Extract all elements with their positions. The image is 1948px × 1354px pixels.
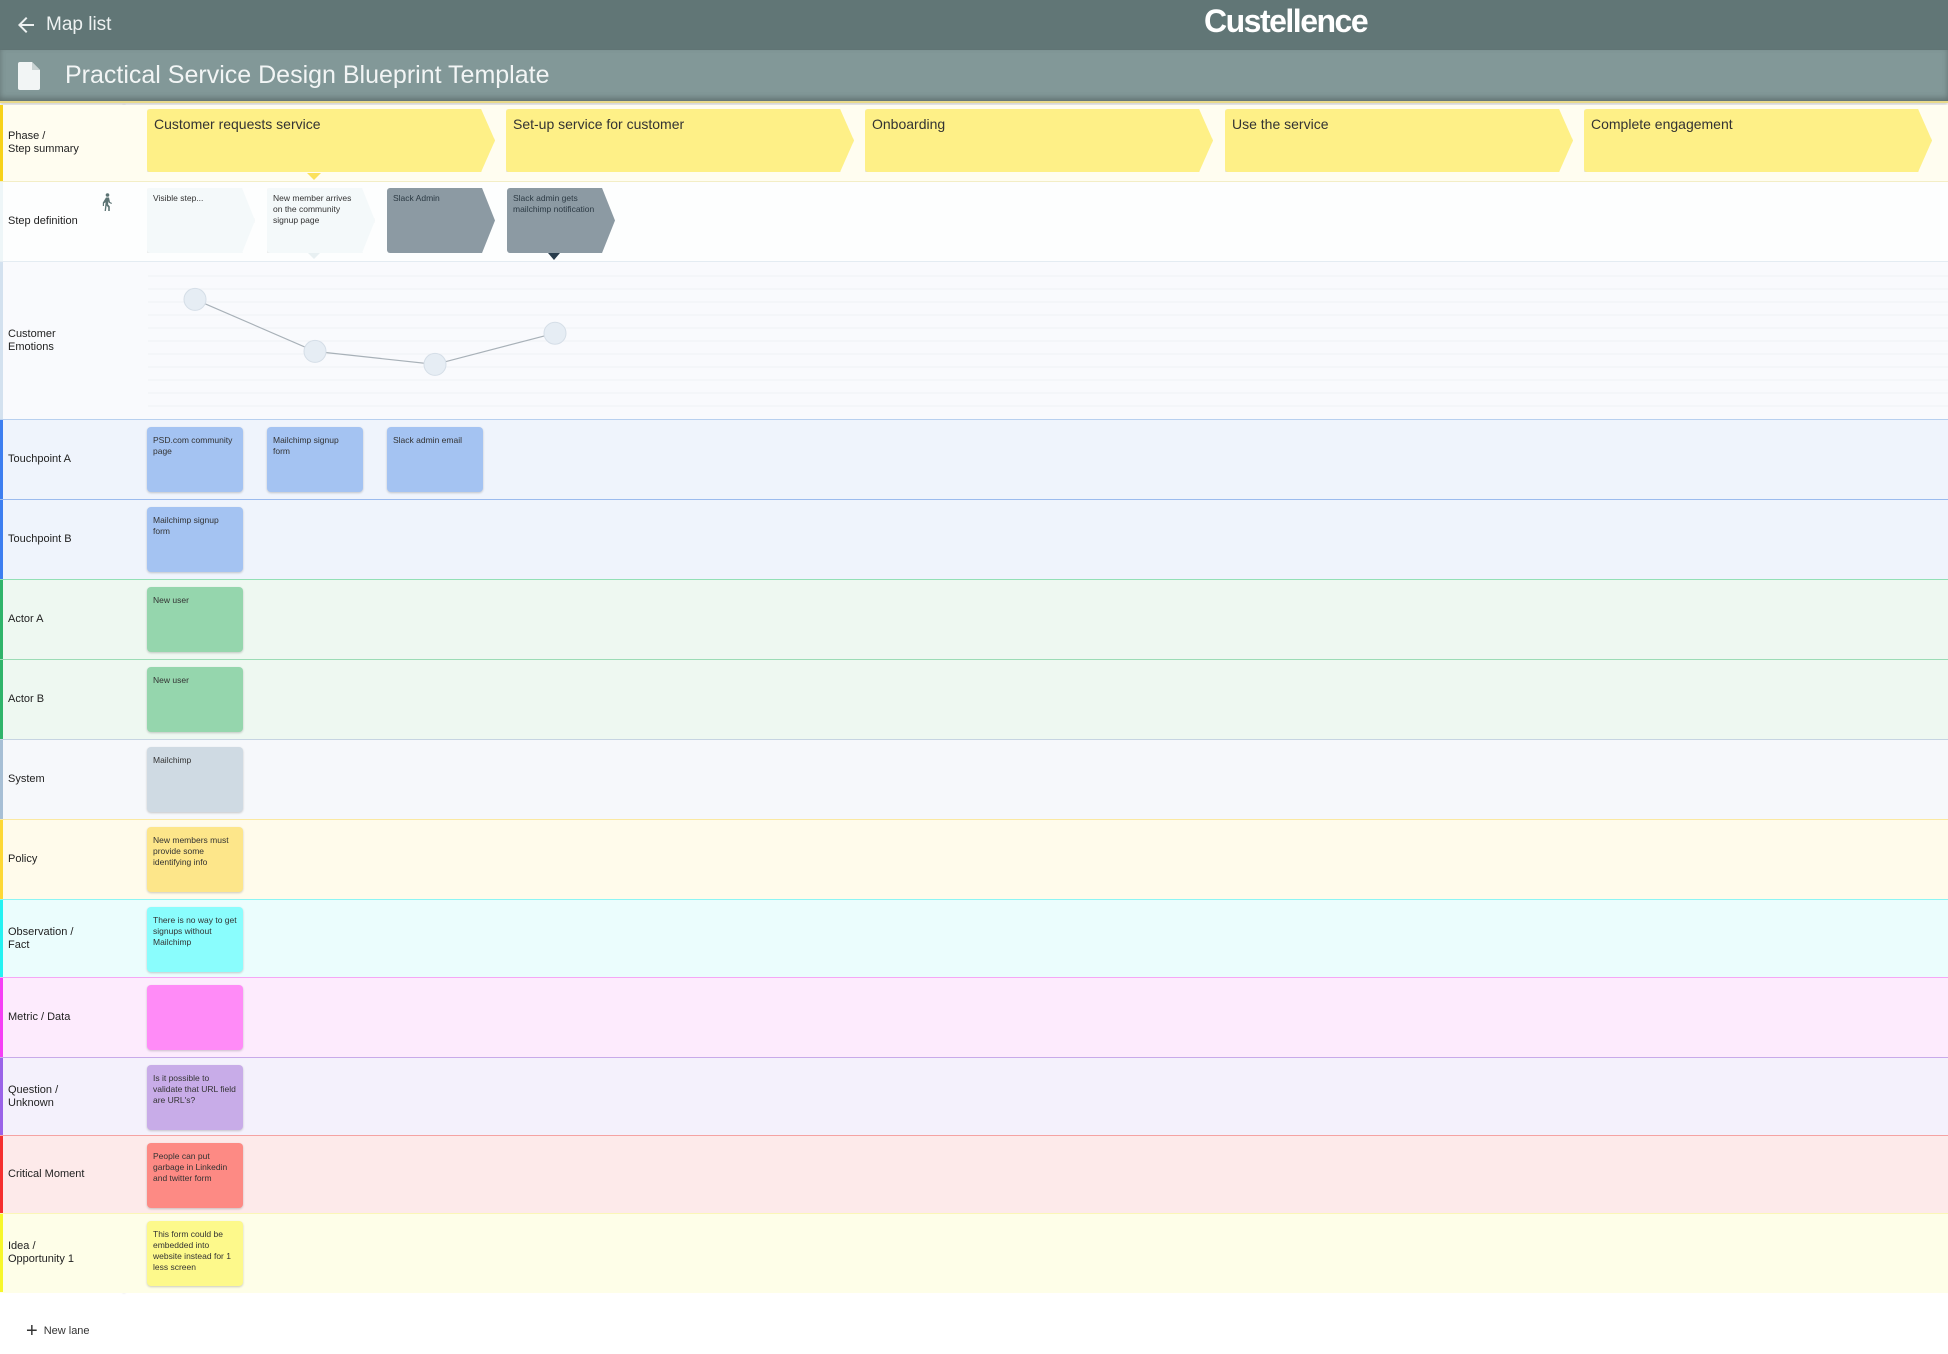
lane-steps: Step definition Visible step... New member… — [0, 182, 1948, 262]
lane-label: Touchpoint B — [8, 533, 72, 545]
lane-label: Actor A — [8, 613, 44, 625]
sticky-card[interactable]: This form could be embedded into website… — [147, 1221, 243, 1286]
lane-actor-b: Actor B New user — [0, 660, 1948, 740]
sticky-card[interactable]: New user — [147, 587, 243, 652]
emotion-point[interactable] — [183, 287, 207, 311]
lane-critical: Critical Moment People can put garbage in… — [0, 1136, 1948, 1214]
step-pointer-dark — [548, 253, 560, 260]
lane-header-touchpoint-b[interactable]: Touchpoint B — [0, 500, 122, 579]
step-card[interactable]: Visible step... — [147, 188, 255, 253]
back-to-map-list-button[interactable]: Map list — [14, 10, 111, 40]
plus-icon: + — [26, 1320, 38, 1342]
document-icon — [18, 62, 40, 90]
lane-label: Critical Moment — [8, 1168, 85, 1180]
emotion-point[interactable] — [423, 352, 447, 376]
lane-label: Policy — [8, 853, 38, 865]
phase-label: Set-up service for customer — [513, 116, 685, 132]
lane-label: System — [8, 773, 45, 785]
sticky-card[interactable]: Is it possible to validate that URL fiel… — [147, 1065, 243, 1130]
lane-label: Customer Emotions — [8, 327, 56, 353]
emotion-point[interactable] — [543, 321, 567, 345]
new-lane-button[interactable]: + New lane — [26, 1320, 90, 1342]
lane-header-actor-b[interactable]: Actor B — [0, 660, 122, 739]
phase-label: Onboarding — [872, 116, 946, 132]
phase-card[interactable]: Customer requests service — [147, 109, 495, 172]
lane-label: Touchpoint A — [8, 453, 71, 465]
phase-card[interactable]: Set-up service for customer — [506, 109, 854, 172]
emotion-line — [194, 298, 556, 366]
lane-header-idea[interactable]: Idea / Opportunity 1 — [0, 1214, 122, 1292]
lane-header-system[interactable]: System — [0, 740, 122, 819]
back-label: Map list — [46, 14, 112, 35]
lane-label: Actor B — [8, 693, 45, 705]
phase-label: Customer requests service — [154, 116, 321, 132]
custellence-logo[interactable]: Custellence — [1204, 3, 1369, 40]
sticky-card[interactable]: New user — [147, 667, 243, 732]
new-lane-label: New lane — [43, 1325, 90, 1337]
lane-header-phase[interactable]: Phase / Step summary — [0, 105, 122, 181]
lane-label: Observation / Fact — [8, 925, 74, 951]
sticky-card[interactable]: Mailchimp — [147, 747, 243, 812]
step-card[interactable]: Slack admin gets mailchimp notification — [507, 188, 615, 253]
arrow-left-icon — [18, 17, 34, 33]
phase-label: Use the service — [1232, 116, 1329, 132]
step-card[interactable]: Slack Admin — [387, 188, 495, 253]
selected-phase-pointer — [307, 173, 321, 180]
lane-header-policy[interactable]: Policy — [0, 820, 122, 899]
lane-policy: Policy New members must provide some iden… — [0, 820, 1948, 900]
lane-header-emotions[interactable]: Customer Emotions — [0, 262, 122, 419]
lane-system: System Mailchimp — [0, 740, 1948, 820]
lane-header-touchpoint-a[interactable]: Touchpoint A — [0, 420, 122, 499]
title-bar: Practical Service Design Blueprint Templ… — [0, 50, 1948, 103]
lane-observation: Observation / Fact There is no way to get… — [0, 900, 1948, 978]
phase-card[interactable]: Use the service — [1225, 109, 1573, 172]
top-bar: Map list Custellence — [0, 0, 1948, 50]
page-title[interactable]: Practical Service Design Blueprint Templ… — [65, 61, 550, 90]
lane-label: Question / Unknown — [8, 1083, 59, 1109]
lane-question: Question / Unknown Is it possible to vali… — [0, 1058, 1948, 1136]
sticky-card[interactable]: People can put garbage in Linkedin and t… — [147, 1143, 243, 1208]
lane-header-metric[interactable]: Metric / Data — [0, 978, 122, 1057]
lane-header-steps[interactable]: Step definition — [0, 182, 122, 261]
sticky-card[interactable]: Mailchimp signup form — [147, 507, 243, 572]
lane-header-question[interactable]: Question / Unknown — [0, 1058, 122, 1135]
lane-label: Idea / Opportunity 1 — [8, 1240, 75, 1265]
lane-header-actor-a[interactable]: Actor A — [0, 580, 122, 659]
sticky-card[interactable]: New members must provide some identifyin… — [147, 827, 243, 892]
sticky-card[interactable]: Slack admin email — [387, 427, 483, 492]
sticky-card[interactable]: There is no way to get signups without M… — [147, 907, 243, 972]
walking-person-icon[interactable] — [100, 193, 114, 215]
lane-touchpoint-b: Touchpoint B Mailchimp signup form — [0, 500, 1948, 580]
lane-label: Step definition — [8, 215, 78, 227]
phase-label: Complete engagement — [1591, 116, 1733, 132]
lane-phase: Phase / Step summary Customer requests se… — [0, 105, 1948, 182]
phase-card[interactable]: Onboarding — [865, 109, 1213, 172]
lane-label: Phase / Step summary — [8, 130, 79, 155]
lane-header-observation[interactable]: Observation / Fact — [0, 900, 122, 977]
customer-emotion-chart[interactable] — [124, 262, 1948, 420]
lane-idea: Idea / Opportunity 1 This form could be e… — [0, 1214, 1948, 1293]
lane-actor-a: Actor A New user — [0, 580, 1948, 660]
sticky-card[interactable]: PSD.com community page — [147, 427, 243, 492]
lane-metric: Metric / Data — [0, 978, 1948, 1058]
phase-card[interactable]: Complete engagement — [1584, 109, 1932, 172]
lane-label: Metric / Data — [8, 1011, 71, 1023]
lane-header-critical[interactable]: Critical Moment — [0, 1136, 122, 1213]
sticky-card[interactable] — [147, 985, 243, 1050]
emotion-point[interactable] — [303, 339, 327, 363]
lane-touchpoint-a: Touchpoint A PSD.com community page Mailch… — [0, 420, 1948, 500]
step-pointer-light — [308, 253, 320, 259]
step-card[interactable]: New member arrives on the community sign… — [267, 188, 375, 253]
lane-emotions: Customer Emotions — [0, 262, 1948, 420]
sticky-card[interactable]: Mailchimp signup form — [267, 427, 363, 492]
